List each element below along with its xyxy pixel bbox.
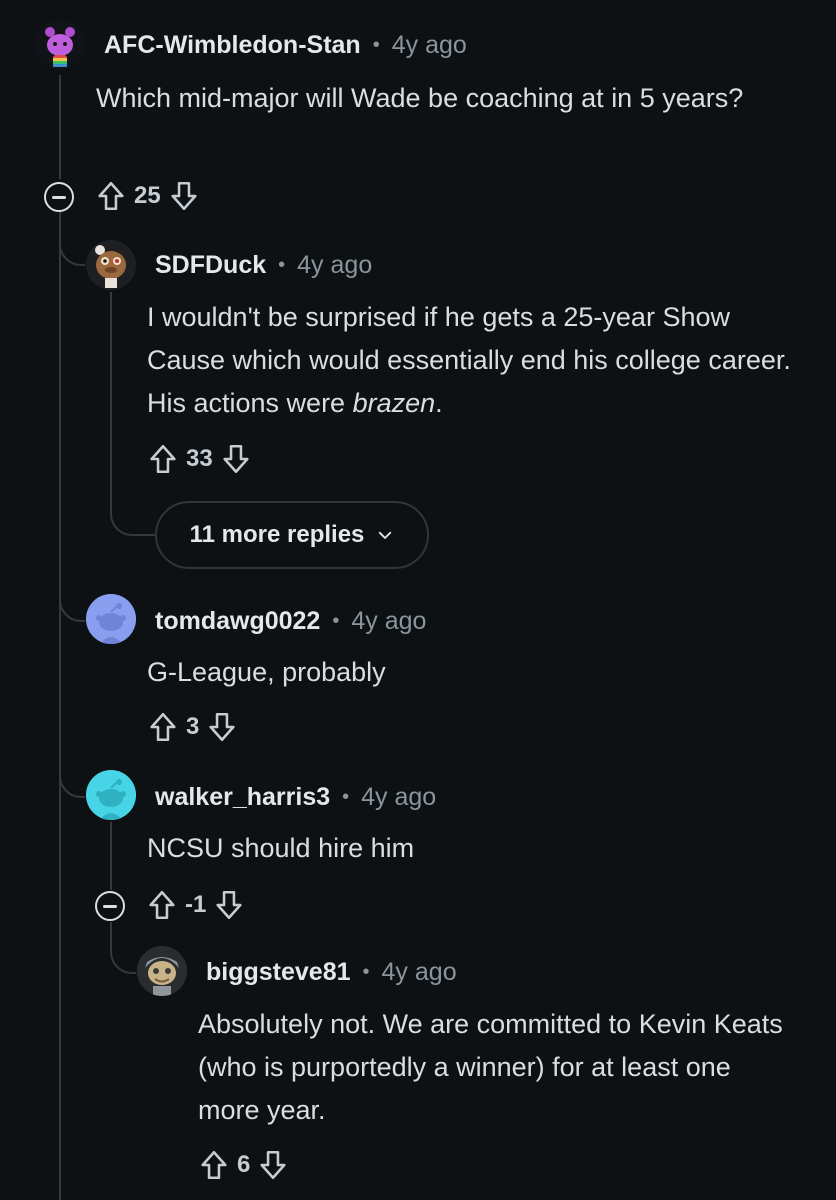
thread-line-top-connector — [59, 75, 61, 179]
upvote-arrow-icon[interactable] — [94, 179, 128, 213]
thread-line-root — [59, 214, 61, 1200]
timestamp: 4y ago — [361, 783, 437, 811]
vote-score: 3 — [186, 713, 200, 740]
timestamp: 4y ago — [297, 251, 373, 279]
thread-curve-biggsteve — [110, 938, 136, 974]
vote-bar: -1 — [145, 885, 246, 925]
vote-bar: 33 — [146, 439, 253, 479]
upvote-arrow-icon[interactable] — [146, 710, 180, 744]
vote-score: 33 — [186, 445, 213, 472]
vote-bar: 3 — [146, 707, 239, 747]
comment-body: NCSU should hire him — [147, 833, 415, 863]
brown-snoo-avatar-icon — [86, 240, 136, 290]
more-replies-button[interactable]: 11 more replies — [155, 501, 429, 569]
avatar[interactable] — [137, 946, 187, 996]
username[interactable]: AFC-Wimbledon-Stan — [104, 30, 361, 60]
comment-header: walker_harris3 • 4y ago — [155, 782, 436, 812]
collapse-thread-icon[interactable] — [95, 891, 125, 921]
vote-score: 6 — [237, 1151, 251, 1178]
comment-header: tomdawg0022 • 4y ago — [155, 606, 426, 636]
chevron-down-icon — [379, 531, 392, 539]
downvote-arrow-icon[interactable] — [205, 710, 239, 744]
thread-line-sdfduck — [110, 292, 112, 504]
comment-body-emphasis: brazen — [352, 388, 436, 418]
comment-header: biggsteve81 • 4y ago — [206, 957, 457, 987]
separator-dot: • — [362, 961, 370, 983]
avatar[interactable] — [35, 20, 85, 70]
timestamp: 4y ago — [351, 607, 427, 635]
vote-score: 25 — [134, 182, 161, 209]
comment-header: AFC-Wimbledon-Stan • 4y ago — [104, 30, 467, 60]
upvote-arrow-icon[interactable] — [146, 442, 180, 476]
upvote-arrow-icon[interactable] — [197, 1148, 231, 1182]
downvote-arrow-icon[interactable] — [167, 179, 201, 213]
comment-body: Which mid-major will Wade be coaching at… — [96, 83, 744, 113]
vote-bar: 25 — [94, 176, 201, 216]
comment-header: SDFDuck • 4y ago — [155, 250, 372, 280]
avatar[interactable] — [86, 594, 136, 644]
separator-dot: • — [332, 610, 340, 632]
downvote-arrow-icon[interactable] — [256, 1148, 290, 1182]
vote-bar: 6 — [197, 1145, 290, 1185]
collapse-thread-icon[interactable] — [44, 182, 74, 212]
comment-body-punctuation: . — [435, 388, 443, 418]
downvote-arrow-icon[interactable] — [219, 442, 253, 476]
separator-dot: • — [342, 786, 350, 808]
default-blue-snoo-avatar-icon — [86, 594, 136, 644]
thread-curve-more-replies — [110, 498, 156, 536]
default-teal-snoo-avatar-icon — [86, 770, 136, 820]
thread-curve-walker — [59, 760, 85, 798]
username[interactable]: SDFDuck — [155, 250, 266, 280]
thread-curve-sdfduck — [59, 212, 85, 266]
username[interactable]: tomdawg0022 — [155, 606, 320, 636]
more-replies-label: 11 more replies — [189, 521, 365, 548]
comment-body: Absolutely not. We are committed to Kevi… — [198, 1009, 783, 1125]
downvote-arrow-icon[interactable] — [212, 888, 246, 922]
timestamp: 4y ago — [381, 958, 457, 986]
avatar[interactable] — [86, 770, 136, 820]
thread-curve-tomdawg — [59, 584, 85, 622]
timestamp: 4y ago — [391, 31, 467, 59]
thread-line-walker — [110, 822, 112, 890]
vote-score: -1 — [185, 891, 207, 918]
upvote-arrow-icon[interactable] — [145, 888, 179, 922]
comment-body: G-League, probably — [147, 657, 386, 687]
comment-body-text: I wouldn't be surprised if he gets a 25-… — [147, 302, 791, 418]
separator-dot: • — [372, 34, 380, 56]
username[interactable]: walker_harris3 — [155, 782, 330, 812]
separator-dot: • — [278, 254, 286, 276]
purple-snoo-avatar-icon — [35, 20, 85, 70]
comment-body: I wouldn't be surprised if he gets a 25-… — [147, 296, 797, 425]
avatar[interactable] — [86, 240, 136, 290]
username[interactable]: biggsteve81 — [206, 957, 351, 987]
gray-snoo-avatar-icon — [137, 946, 187, 996]
